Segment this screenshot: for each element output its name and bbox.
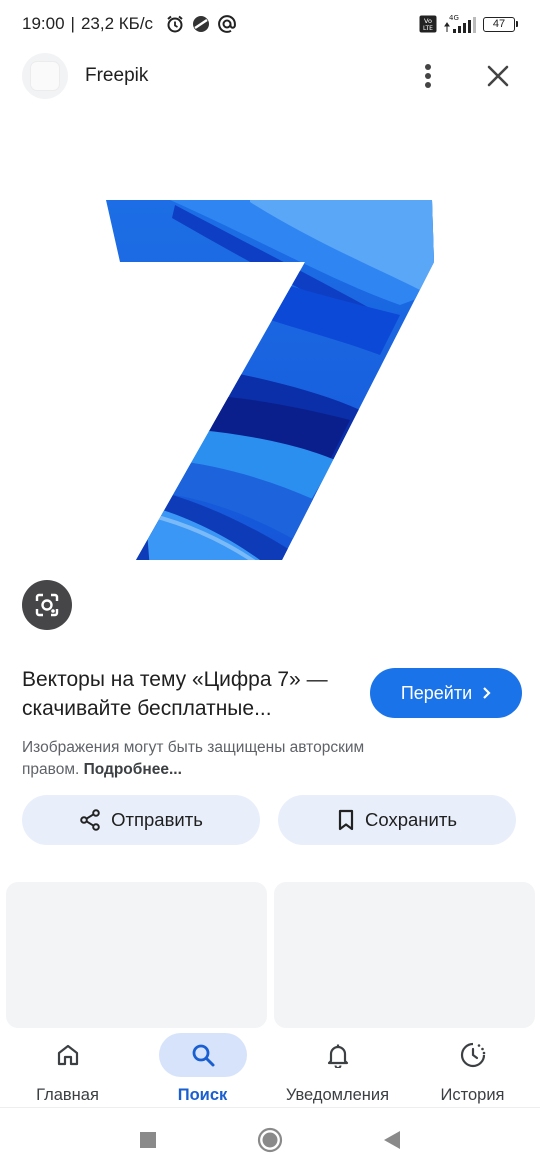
nav-label-search: Поиск [177,1086,228,1104]
number-seven-image [106,200,434,560]
share-button[interactable]: Отправить [22,795,260,845]
result-title[interactable]: Векторы на тему «Цифра 7» — скачивайте б… [22,665,357,723]
nav-item-search[interactable]: Поиск [135,1028,270,1107]
back-icon[interactable] [383,1130,401,1150]
bell-icon [327,1044,348,1068]
history-icon [460,1042,485,1068]
nav-search-pill [158,1033,247,1077]
at-icon [218,15,236,33]
lens-search-button[interactable] [22,580,72,630]
volte-icon: VoLTE [419,15,437,33]
search-icon [192,1044,214,1067]
visit-button[interactable]: Перейти [370,668,522,718]
status-speed: 23,2 КБ/с [80,14,154,33]
related-card-placeholder[interactable] [274,882,535,1028]
result-header: Freepik [0,50,540,102]
save-label: Сохранить [365,809,457,830]
nav-notifications-pill [294,1033,382,1077]
status-time: 19:00 [22,14,65,33]
status-icons [165,14,237,34]
more-vert-icon [425,64,431,88]
battery-level: 47 [483,16,515,32]
save-button[interactable]: Сохранить [278,795,516,845]
nav-label-notifications: Уведомления [285,1086,390,1104]
status-separator: | [70,14,75,33]
share-label: Отправить [111,809,203,830]
home-system-icon[interactable] [257,1127,283,1153]
close-button[interactable] [478,56,518,96]
favicon-placeholder [30,61,60,91]
notice-text: Изображения могут быть защищены авторски… [22,739,365,778]
bookmark-icon [338,809,354,831]
battery-icon: 47 [483,16,518,32]
nav-item-notifications[interactable]: Уведомления [270,1028,405,1107]
learn-more-link[interactable]: Подробнее... [84,761,182,778]
nav-label-history: История [440,1086,505,1104]
svg-text:LTE: LTE [423,25,433,32]
result-info: Векторы на тему «Цифра 7» — скачивайте б… [22,665,522,781]
chevron-right-icon [483,687,491,699]
copyright-notice: Изображения могут быть защищены авторски… [22,737,422,781]
data-saver-icon [193,16,210,32]
title-row: Векторы на тему «Цифра 7» — скачивайте б… [22,665,522,723]
nav-home-pill [24,1033,112,1077]
visit-label: Перейти [400,682,473,703]
more-options-button[interactable] [408,56,448,96]
header-actions [408,56,518,96]
page: 19:00 | 23,2 КБ/с Vo LTE 4G 47 Freepik В… [0,0,540,1170]
status-left: 19:00 | 23,2 КБ/с [22,14,237,34]
home-icon [57,1044,78,1066]
nav-history-pill [429,1033,517,1077]
nav-item-home[interactable]: Главная [0,1028,135,1107]
site-name[interactable]: Freepik [85,65,148,87]
action-row: Отправить Сохранить [22,795,516,845]
system-navigation [0,1110,540,1170]
status-right: Vo LTE 4G 47 [419,14,518,34]
bottom-navigation: Главная Поиск Уведомления История [0,1028,540,1108]
status-bar: 19:00 | 23,2 КБ/с Vo LTE 4G 47 [0,0,540,48]
svg-text:4G: 4G [449,14,459,22]
share-icon [80,809,100,831]
nav-label-home: Главная [36,1086,99,1104]
site-favicon[interactable] [22,53,68,99]
svg-text:Vo: Vo [424,17,432,25]
related-card-placeholder[interactable] [6,882,267,1028]
battery-tip [516,21,518,27]
related-results [6,882,540,1028]
alarm-icon [167,15,183,33]
preview-image[interactable] [0,130,540,570]
nav-item-history[interactable]: История [405,1028,540,1107]
signal-icon: 4G [444,14,476,33]
lens-icon [35,593,59,617]
recents-icon[interactable] [139,1131,157,1149]
close-icon [487,65,509,87]
